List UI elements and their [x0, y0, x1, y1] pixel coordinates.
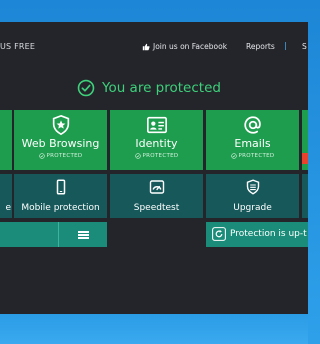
tile-status: PROTECTED [14, 153, 107, 159]
tile-status-text: PROTECTED [238, 153, 275, 159]
check-circle-icon [38, 153, 45, 159]
tile-upgrade[interactable]: Upgrade [206, 174, 299, 218]
row-tile-label: Speedtest [133, 203, 180, 213]
row-tile-partial-left[interactable]: e [0, 174, 12, 218]
menu-button[interactable] [58, 222, 107, 247]
row-tile-partial-right[interactable] [302, 174, 308, 218]
facebook-label: Join us on Facebook [153, 42, 228, 51]
facebook-link[interactable]: Join us on Facebook [142, 42, 227, 51]
alert-indicator [302, 153, 308, 164]
menu-icon [78, 233, 89, 236]
id-card-icon [146, 116, 167, 134]
tile-identity[interactable]: Identity PROTECTED [110, 110, 203, 170]
tile-computer[interactable] [0, 110, 12, 170]
tile-web-browsing[interactable]: Web Browsing PROTECTED [14, 110, 107, 170]
header-separator: | [284, 41, 287, 50]
check-circle-icon [230, 153, 237, 159]
tile-emails[interactable]: Emails PROTECTED [206, 110, 299, 170]
speedometer-icon [149, 180, 164, 194]
phone-icon [56, 179, 65, 195]
refresh-icon [212, 227, 226, 241]
check-circle-icon [77, 79, 95, 97]
app-window: US FREE Join us on Facebook Reports | S … [0, 22, 308, 314]
desktop-taskbar [0, 314, 308, 344]
reports-link[interactable]: Reports [246, 42, 275, 51]
title-bar: US FREE Join us on Facebook Reports | S [0, 22, 308, 62]
settings-link[interactable]: S [302, 42, 307, 51]
tile-label: Emails [234, 137, 271, 150]
tile-status: PROTECTED [110, 153, 203, 159]
row-tile-label: e [5, 203, 11, 213]
app-title: US FREE [0, 42, 36, 51]
tile-status: PROTECTED [206, 153, 299, 159]
facebook-like-icon [142, 43, 150, 50]
status-text: You are protected [102, 80, 221, 96]
check-circle-icon [134, 153, 141, 159]
row-tile-label: Mobile protection [21, 203, 100, 213]
left-action-bar [0, 222, 107, 247]
tile-mobile-protection[interactable]: Mobile protection [14, 174, 107, 218]
at-sign-icon [243, 116, 261, 134]
update-status-text: Protection is up-t [230, 229, 307, 239]
protection-status: You are protected [77, 79, 221, 97]
shield-star-icon [52, 114, 69, 136]
tile-status-text: PROTECTED [142, 153, 179, 159]
update-status-bar[interactable]: Protection is up-t [206, 222, 308, 247]
shield-upgrade-icon [246, 179, 259, 195]
tile-speedtest[interactable]: Speedtest [110, 174, 203, 218]
row-tile-label: Upgrade [233, 203, 272, 213]
tile-label: Web Browsing [21, 137, 100, 150]
tile-status-text: PROTECTED [46, 153, 83, 159]
tile-label: Identity [135, 137, 178, 150]
